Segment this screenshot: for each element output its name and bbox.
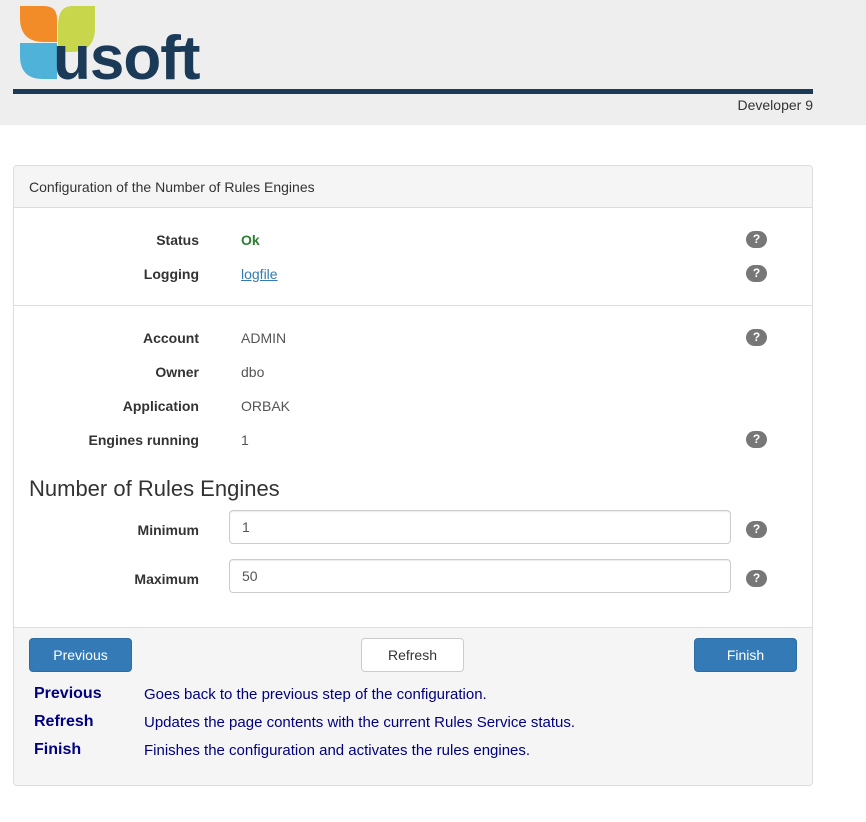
owner-value: dbo <box>241 364 265 380</box>
section-title: Number of Rules Engines <box>29 476 280 501</box>
status-value: Ok <box>241 232 260 248</box>
status-section: Status Ok ? Logging logfile ? <box>14 208 812 306</box>
maximum-label: Maximum <box>134 571 199 587</box>
page-header: usoft Developer 9 <box>0 0 866 125</box>
legend-key: Refresh <box>34 713 94 730</box>
owner-row: Owner dbo <box>14 360 812 384</box>
legend-desc: Goes back to the previous step of the co… <box>144 686 487 703</box>
previous-button[interactable]: Previous <box>29 638 132 672</box>
finish-button[interactable]: Finish <box>694 638 797 672</box>
legend-item-finish: Finish Finishes the configuration and ac… <box>34 741 794 761</box>
application-value: ORBAK <box>241 398 291 414</box>
logo-wordmark: usoft <box>53 24 200 82</box>
account-row: Account ADMIN ? <box>14 326 812 350</box>
version-label: Developer 9 <box>737 97 814 113</box>
logging-help-icon[interactable]: ? <box>746 265 767 282</box>
status-help-icon[interactable]: ? <box>746 231 767 248</box>
owner-label: Owner <box>155 364 199 380</box>
legend-item-refresh: Refresh Updates the page contents with t… <box>34 713 794 733</box>
minimum-help-icon[interactable]: ? <box>746 521 767 538</box>
maximum-row: Maximum ? <box>14 559 812 593</box>
legend-key: Finish <box>34 741 82 758</box>
logfile-link[interactable]: logfile <box>241 262 278 286</box>
engines-running-value: 1 <box>241 432 249 448</box>
engines-running-row: Engines running 1 ? <box>14 428 812 452</box>
minimum-label: Minimum <box>137 522 199 538</box>
engines-running-help-icon[interactable]: ? <box>746 431 767 448</box>
account-label: Account <box>143 330 199 346</box>
header-rule <box>13 89 813 94</box>
refresh-button[interactable]: Refresh <box>361 638 464 672</box>
usoft-logo: usoft <box>20 6 201 82</box>
panel-footer: Previous Refresh Finish Previous Goes ba… <box>14 627 812 785</box>
maximum-help-icon[interactable]: ? <box>746 570 767 587</box>
config-panel: Configuration of the Number of Rules Eng… <box>13 165 813 786</box>
panel-title: Configuration of the Number of Rules Eng… <box>14 166 812 208</box>
legend-item-previous: Previous Goes back to the previous step … <box>34 685 794 705</box>
logging-row: Logging logfile ? <box>14 262 812 286</box>
status-row: Status Ok ? <box>14 228 812 252</box>
legend-key: Previous <box>34 685 102 702</box>
maximum-input[interactable] <box>229 559 731 593</box>
application-label: Application <box>122 398 199 414</box>
engines-running-label: Engines running <box>88 432 199 448</box>
account-help-icon[interactable]: ? <box>746 329 767 346</box>
minimum-row: Minimum ? <box>14 510 812 544</box>
status-label: Status <box>156 232 199 248</box>
legend-desc: Finishes the configuration and activates… <box>144 742 531 759</box>
account-value: ADMIN <box>241 330 287 346</box>
logging-label: Logging <box>143 266 199 282</box>
minimum-input[interactable] <box>229 510 731 544</box>
details-section: Account ADMIN ? Owner dbo Application OR… <box>14 306 812 627</box>
application-row: Application ORBAK <box>14 394 812 418</box>
legend-desc: Updates the page contents with the curre… <box>144 714 576 731</box>
